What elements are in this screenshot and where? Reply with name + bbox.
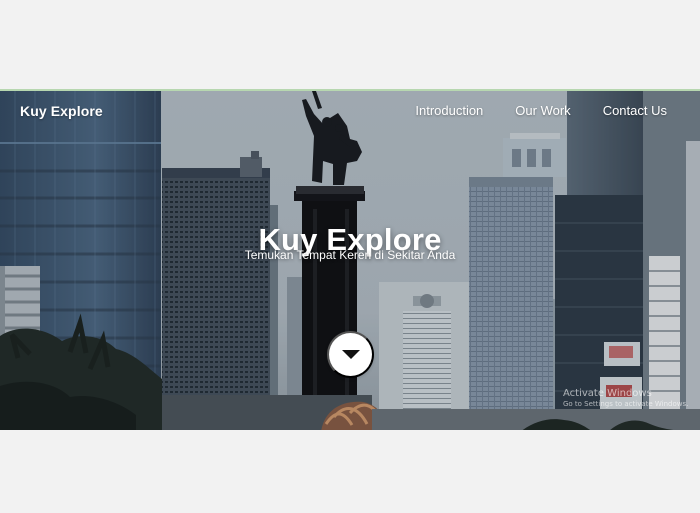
nav-link-introduction[interactable]: Introduction bbox=[415, 103, 483, 118]
page: Kuy Explore Introduction Our Work Contac… bbox=[0, 0, 700, 513]
scroll-down-button[interactable] bbox=[327, 331, 374, 378]
nav-link-contact-us[interactable]: Contact Us bbox=[603, 103, 667, 118]
main-navigation: Introduction Our Work Contact Us bbox=[415, 103, 667, 118]
chevron-down-icon bbox=[341, 350, 360, 359]
hero-banner: Kuy Explore Introduction Our Work Contac… bbox=[0, 89, 700, 430]
city-skyline-image bbox=[0, 91, 700, 430]
nav-link-our-work[interactable]: Our Work bbox=[515, 103, 570, 118]
brand-logo[interactable]: Kuy Explore bbox=[20, 103, 103, 119]
